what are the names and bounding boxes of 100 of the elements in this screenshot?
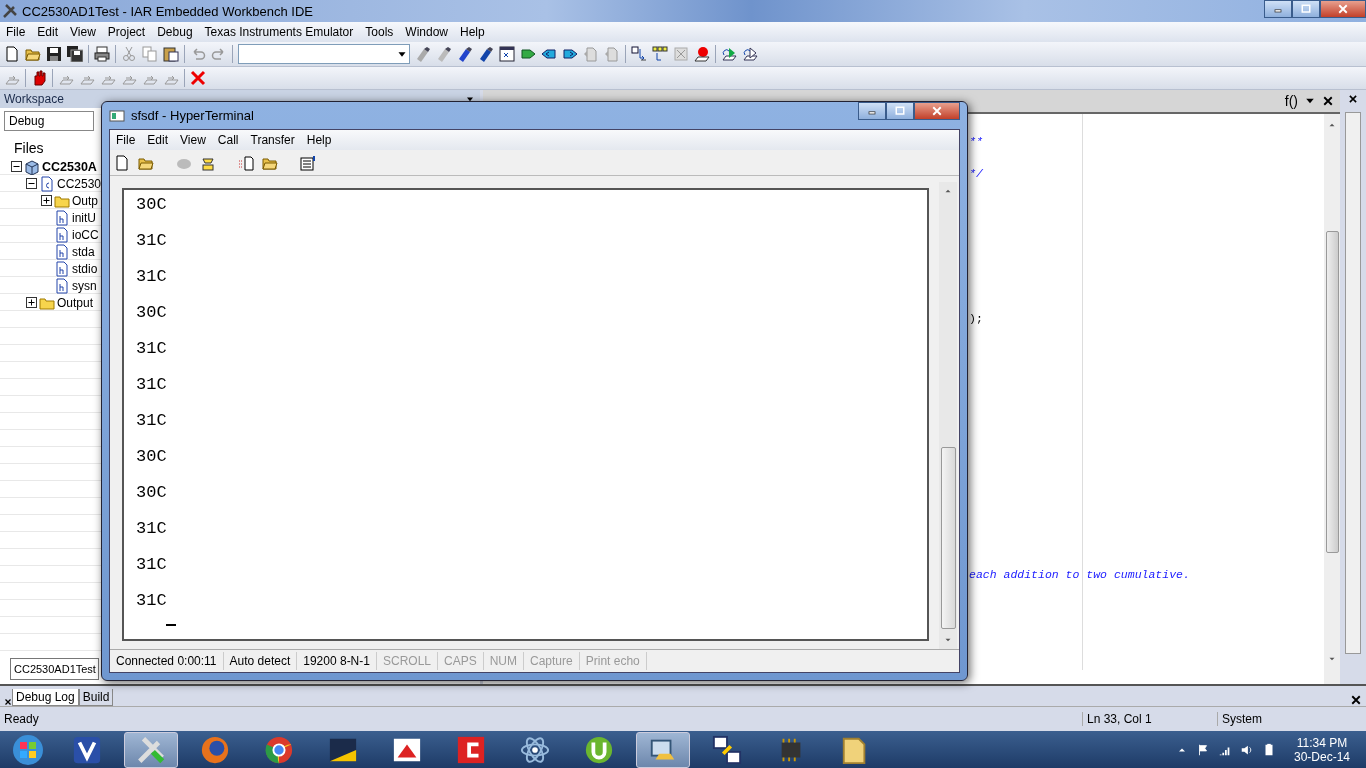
terminal-line: 30C <box>136 194 168 216</box>
status-field: SCROLL <box>376 652 438 670</box>
tree-item[interactable]: CC2530A <box>42 159 97 174</box>
header-file-icon <box>54 243 70 260</box>
close-icon[interactable] <box>4 698 12 706</box>
panel-title: Workspace <box>4 92 64 106</box>
cube-icon <box>24 158 40 175</box>
terminal-line: 31C <box>136 374 168 396</box>
status-mode: System <box>1217 712 1366 726</box>
menu-item[interactable]: Tools <box>359 25 400 39</box>
arrow-right-icon[interactable] <box>562 46 578 62</box>
close-icon[interactable] <box>1322 95 1334 107</box>
menu-item[interactable]: Texas Instruments Emulator <box>198 25 360 39</box>
tree-item[interactable]: stda <box>72 244 95 259</box>
scrollbar-thumb[interactable] <box>1325 231 1339 553</box>
menu-item[interactable]: Transfer <box>244 133 301 147</box>
code-comment: ** <box>969 135 983 149</box>
terminal-line: 30C <box>136 302 168 324</box>
send-file-icon[interactable] <box>238 154 254 171</box>
menu-item[interactable]: Edit <box>31 25 65 39</box>
menu-item[interactable]: Project <box>101 25 152 39</box>
panel-tab[interactable]: Debug Log <box>12 689 79 706</box>
status-field: Print echo <box>579 652 647 670</box>
window-title: sfsdf - HyperTerminal <box>131 108 255 123</box>
terminal-screen[interactable]: 30C 31C 31C 30C 31C 31C 31C 30C 30C 31C 31C 31C <box>122 188 929 641</box>
taskbar-app[interactable] <box>636 732 690 768</box>
new-file-icon[interactable] <box>114 154 130 171</box>
volume-icon[interactable] <box>1239 743 1254 757</box>
maximize-button[interactable] <box>886 102 914 120</box>
terminal-line: 31C <box>136 338 168 360</box>
tree-item[interactable]: sysn <box>72 278 97 293</box>
panel-tab[interactable]: Build <box>78 689 114 706</box>
status-field: Connected 0:00:11 <box>110 652 224 670</box>
close-icon[interactable] <box>1350 694 1362 706</box>
tree-item[interactable]: initU <box>72 210 96 225</box>
menu-item[interactable]: Help <box>454 25 491 39</box>
run-icon[interactable] <box>721 46 737 62</box>
code-comment: each addition to two cumulative. <box>969 568 1190 582</box>
app-icon <box>72 735 102 765</box>
save-all-icon[interactable] <box>67 46 83 62</box>
network-icon <box>712 735 742 765</box>
menu-item[interactable]: File <box>110 133 142 147</box>
close-button[interactable] <box>914 102 960 120</box>
browser-icon <box>200 735 230 765</box>
window-icon[interactable] <box>499 46 515 62</box>
stop-hand-icon[interactable] <box>31 70 47 86</box>
expand-icon[interactable] <box>41 195 52 206</box>
open-folder-icon[interactable] <box>25 46 41 62</box>
tree-item[interactable]: ioCC <box>72 227 99 242</box>
terminal-line: 31C <box>136 410 168 432</box>
function-button[interactable]: f() <box>1284 93 1298 109</box>
browser-icon <box>264 735 294 765</box>
breakpoint-icon[interactable] <box>694 46 710 62</box>
save-icon[interactable] <box>46 46 62 62</box>
menu-item[interactable]: Edit <box>141 133 175 147</box>
code-comment: */ <box>969 167 983 181</box>
menu-item[interactable]: Help <box>300 133 338 147</box>
menu-item[interactable]: File <box>0 25 32 39</box>
close-button[interactable] <box>1320 0 1366 18</box>
tree-item[interactable]: Output <box>57 295 94 310</box>
clock[interactable]: 11:34 PM 30-Dec-14 <box>1283 736 1360 764</box>
header-file-icon <box>54 277 70 294</box>
terminal-line: 31C <box>136 554 168 576</box>
tools-icon <box>136 735 166 765</box>
menu-item[interactable]: View <box>174 133 212 147</box>
status-field: Auto detect <box>223 652 298 670</box>
minimize-button[interactable] <box>1264 0 1292 18</box>
menu-item[interactable]: View <box>64 25 102 39</box>
tree-item[interactable]: CC2530 <box>57 176 102 191</box>
step-icon[interactable] <box>742 46 758 62</box>
window-title: CC2530AD1Test - IAR Embedded Workbench IDE <box>22 3 314 19</box>
arrow-left-icon[interactable] <box>541 46 557 62</box>
atom-icon <box>520 735 550 765</box>
menu-item[interactable]: Call <box>211 133 245 147</box>
properties-icon[interactable] <box>300 154 316 171</box>
tools-icon <box>2 3 18 19</box>
workspace-tab[interactable]: CC2530AD1Test <box>10 658 99 680</box>
arrow-right-icon[interactable] <box>520 46 536 62</box>
tree-item[interactable]: Outp <box>72 193 98 208</box>
status-field: 19200 8-N-1 <box>297 652 377 670</box>
menu-item[interactable]: Window <box>399 25 454 39</box>
menu-item[interactable]: Debug <box>151 25 199 39</box>
new-file-icon[interactable] <box>4 46 20 62</box>
tree-item[interactable]: stdio <box>72 261 98 276</box>
scrollbar-thumb[interactable] <box>940 447 956 629</box>
app-icon <box>456 735 486 765</box>
minimize-button[interactable] <box>858 102 886 120</box>
collapse-icon[interactable] <box>26 178 37 189</box>
configuration-dropdown[interactable]: Debug <box>4 111 94 131</box>
expand-icon[interactable] <box>26 297 37 308</box>
maximize-button[interactable] <box>1292 0 1320 18</box>
paste-icon[interactable] <box>163 46 179 62</box>
status-field: Capture <box>524 652 580 670</box>
terminal-line: 31C <box>136 230 168 252</box>
scrollbar[interactable] <box>1345 112 1361 654</box>
torrent-icon <box>584 735 614 765</box>
status-field: CAPS <box>438 652 484 670</box>
collapse-icon[interactable] <box>11 161 22 172</box>
print-icon[interactable] <box>94 46 110 62</box>
close-icon[interactable] <box>1348 94 1358 104</box>
